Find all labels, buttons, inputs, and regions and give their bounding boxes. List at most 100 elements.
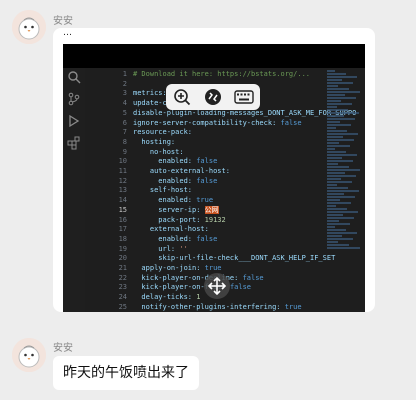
code-line: resource-pack:	[133, 128, 193, 137]
minimap-line	[327, 148, 335, 150]
line-number: 21	[118, 264, 127, 273]
move-handle[interactable]	[204, 273, 230, 299]
sender-name: 安安	[53, 343, 73, 354]
keyboard-button[interactable]	[234, 87, 255, 107]
line-number: 18	[118, 234, 127, 243]
minimap-line	[327, 181, 352, 183]
screenshot-header-text: …	[63, 28, 72, 38]
minimap-line	[327, 115, 344, 117]
code-line: notify-other-plugins-interfering: true	[133, 302, 302, 311]
minimap-line	[327, 226, 335, 228]
line-number: 5	[122, 108, 127, 117]
minimap-line	[327, 73, 346, 75]
minimap-line	[327, 187, 348, 189]
minimap-line	[327, 238, 353, 240]
code-editor-screenshot: 1 2 3 4 5 6 7 8 9 10 11 12 13 14 15 16 17 18 19 20 21 22 23 24 2…	[63, 44, 365, 312]
minimap-line	[327, 184, 337, 186]
minimap-line	[327, 112, 359, 114]
line-number: 2	[122, 79, 127, 88]
line-number: 13	[118, 186, 127, 195]
code-line: hosting:	[133, 137, 176, 146]
minimap-line	[327, 199, 340, 201]
line-number: 3	[122, 89, 127, 98]
minimap-line	[327, 166, 349, 168]
source-control-icon	[68, 92, 80, 106]
code-line: apply-on-join: true	[133, 264, 222, 273]
minimap-line	[327, 106, 337, 108]
minimap-line	[327, 76, 357, 78]
code-line: kick-player-on-decline: false	[133, 273, 264, 282]
minimap-line	[327, 157, 342, 159]
line-number: 23	[118, 283, 127, 292]
line-number: 4	[122, 99, 127, 108]
image-message[interactable]: … 1 2 3 4 5 6 7 8 9 10 11 12 13 14 15 16…	[53, 28, 375, 312]
remote-desktop-button[interactable]	[203, 87, 223, 107]
run-debug-icon	[69, 114, 80, 128]
image-viewer-toolbar	[166, 84, 260, 110]
code-line: enabled: false	[133, 234, 218, 243]
minimap-line	[327, 163, 338, 165]
code-line: # Download it here: https://bstats.org/.…	[133, 70, 311, 78]
text-message[interactable]: 昨天的午饭喷出来了	[53, 356, 199, 390]
minimap-line	[327, 88, 349, 90]
code-line: kick-player-on-fail: false	[133, 283, 252, 292]
minimap-line	[327, 235, 342, 237]
keyboard-icon	[234, 90, 255, 104]
minimap-line	[327, 214, 343, 216]
remote-desktop-icon	[204, 89, 221, 105]
minimap-line	[327, 133, 358, 135]
code-line: disable-plugin-loading-messages_DONT_ASK…	[133, 108, 357, 117]
minimap-line	[327, 160, 353, 162]
code-line: enabled: true	[133, 196, 214, 205]
minimap-line	[327, 223, 350, 225]
minimap-line	[327, 97, 356, 99]
minimap	[327, 70, 361, 312]
line-number: 19	[118, 244, 127, 253]
chick-avatar-icon	[12, 10, 46, 44]
minimap-line	[327, 196, 355, 198]
minimap-line	[327, 154, 357, 156]
line-number: 24	[118, 293, 127, 302]
line-number: 15	[118, 205, 127, 214]
line-number: 22	[118, 273, 127, 282]
line-number: 12	[118, 176, 127, 185]
minimap-line	[327, 82, 353, 84]
minimap-line	[327, 100, 341, 102]
minimap-line	[327, 211, 358, 213]
minimap-line	[327, 244, 349, 246]
code-line: skip-url-file-check___DONT_ASK_HELP_IF_S…	[133, 254, 336, 263]
code-line: external-host:	[133, 225, 209, 234]
activity-bar	[63, 68, 85, 312]
code-line: delay-ticks: 1	[133, 293, 201, 302]
line-number: 7	[122, 128, 127, 137]
minimap-line	[327, 139, 354, 141]
avatar[interactable]	[12, 10, 46, 44]
minimap-line	[327, 190, 359, 192]
minimap-line	[327, 136, 343, 138]
code-line: server-ip: 公网	[133, 205, 219, 214]
line-number: 10	[118, 157, 127, 166]
chick-avatar-icon	[12, 338, 46, 372]
code-line: url: ''	[133, 244, 188, 253]
zoom-in-button[interactable]	[172, 87, 192, 107]
avatar[interactable]	[12, 338, 46, 372]
minimap-line	[327, 202, 351, 204]
minimap-line	[327, 121, 340, 123]
code-line: no-host:	[133, 147, 184, 156]
code-line: ignore-server-compatibility-check: false	[133, 118, 302, 127]
line-number: 9	[122, 147, 127, 156]
search-icon	[68, 71, 81, 84]
minimap-line	[327, 118, 355, 120]
code-line: enabled: false	[133, 176, 218, 185]
code-line: auto-external-host:	[133, 167, 230, 176]
line-number: 1	[122, 70, 127, 78]
zoom-in-icon	[173, 89, 190, 106]
extensions-icon	[67, 136, 80, 150]
minimap-line	[327, 193, 344, 195]
minimap-line	[327, 145, 350, 147]
minimap-line	[327, 169, 360, 171]
minimap-line	[327, 151, 346, 153]
line-number-gutter: 1 2 3 4 5 6 7 8 9 10 11 12 13 14 15 16 17 18 19 20 21 22 23 24 2…	[87, 70, 127, 312]
minimap-line	[327, 94, 345, 96]
line-number: 25	[118, 302, 127, 311]
